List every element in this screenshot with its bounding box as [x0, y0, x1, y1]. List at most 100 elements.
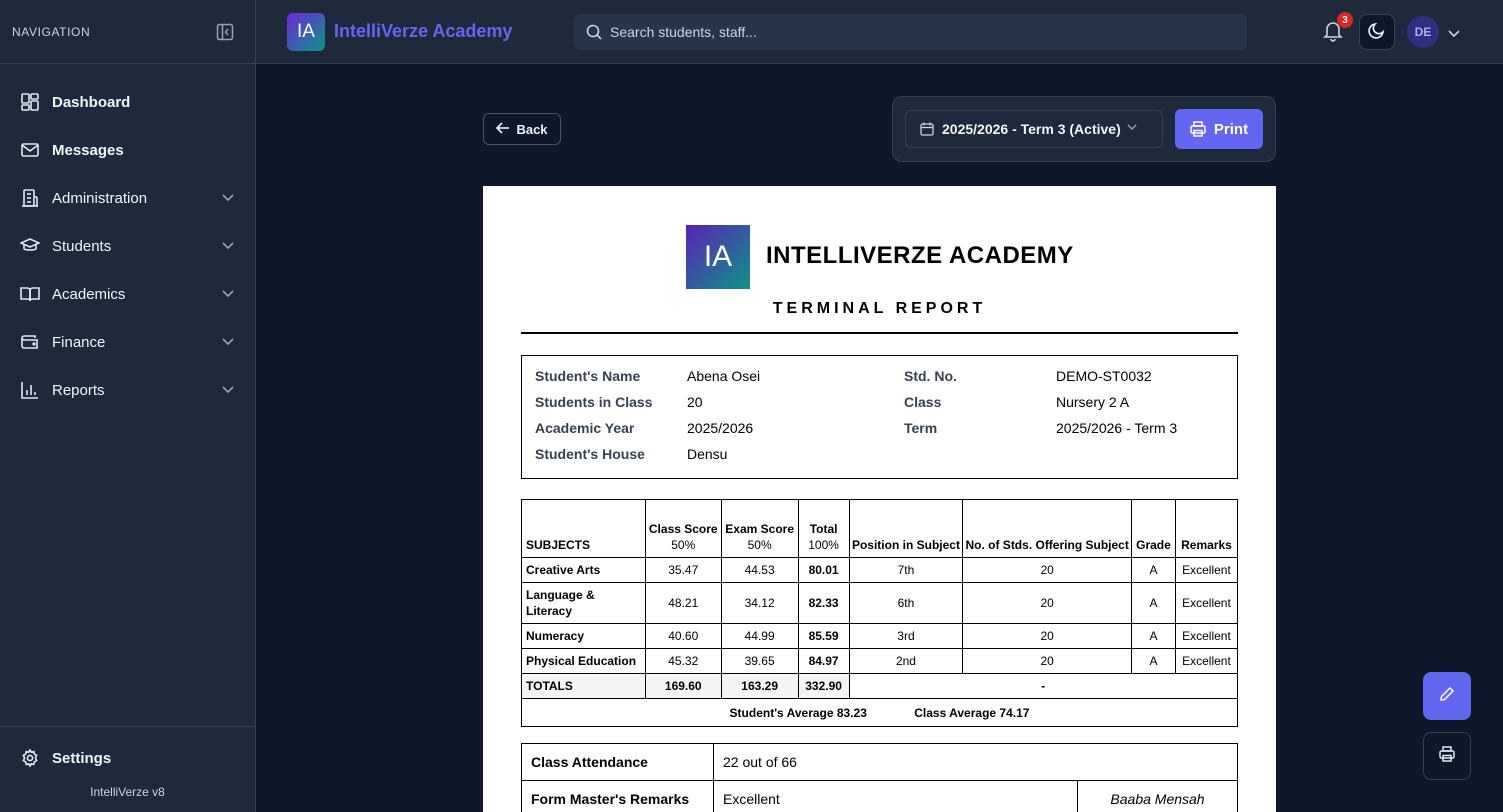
search-icon — [586, 24, 602, 40]
print-label: Print — [1213, 120, 1249, 138]
chevron-down-icon[interactable] — [1448, 25, 1462, 39]
position-cell: 2nd — [848, 648, 964, 674]
column-header: SUBJECTS — [521, 499, 646, 558]
remark-cell: Excellent — [1174, 557, 1239, 583]
divider — [521, 332, 1238, 334]
report-title: TERMINAL REPORT — [772, 300, 987, 317]
form-master-signature: Baaba Mensah — [1077, 780, 1238, 812]
chevron-down-icon — [1127, 124, 1137, 134]
header-pct: 50% — [671, 538, 696, 552]
student-average: Student's Average 83.23 — [729, 705, 867, 720]
grade-cell: A — [1130, 557, 1176, 583]
totals-label: TOTALS — [521, 673, 646, 699]
subject-cell: Numeracy — [521, 623, 646, 649]
student-info: Student's Name Abena Osei Std. No. DEMO-… — [521, 355, 1238, 479]
count-cell: 20 — [962, 582, 1132, 624]
table-row: Form Master's Remarks Excellent Baaba Me… — [521, 780, 1238, 812]
sidebar-item-label: Administration — [52, 189, 148, 207]
app-logo[interactable]: IA — [287, 13, 325, 51]
table-row: Creative Arts 35.47 44.53 80.01 7th 20 A… — [521, 557, 1239, 583]
pencil-icon — [1439, 686, 1455, 707]
sidebar-item-administration[interactable]: Administration — [0, 174, 255, 222]
subject-cell: Language & Literacy — [521, 582, 646, 624]
info-row: Student's House Densu — [522, 446, 1239, 472]
class-score-cell: 45.32 — [644, 648, 722, 674]
sidebar-item-label: Settings — [52, 749, 112, 767]
school-name: INTELLIVERZE ACADEMY — [766, 242, 1074, 269]
back-label: Back — [516, 121, 548, 137]
column-header: Total 100% — [797, 499, 850, 558]
bar-chart-icon — [20, 380, 40, 400]
position-cell: 6th — [848, 582, 964, 624]
remark-cell: Excellent — [1174, 648, 1239, 674]
chevron-down-icon — [221, 191, 235, 205]
back-button[interactable]: Back — [483, 113, 561, 145]
totals-rest: - — [848, 673, 1239, 699]
sidebar-item-finance[interactable]: Finance — [0, 318, 255, 366]
sidebar-item-label: Students — [52, 237, 112, 255]
column-header: Remarks — [1174, 499, 1239, 558]
theme-toggle-button[interactable] — [1359, 14, 1395, 50]
sidebar-item-messages[interactable]: Messages — [0, 126, 255, 174]
averages-cell: Student's Average 83.23 Class Average 74… — [521, 698, 1238, 727]
sidebar-item-settings[interactable]: Settings — [0, 734, 255, 782]
chevron-down-icon — [221, 335, 235, 349]
navigation-label: NAVIGATION — [12, 24, 91, 39]
remark-cell: Excellent — [1174, 623, 1239, 649]
header-text: Total — [809, 522, 838, 536]
report-toolbar: 2025/2026 - Term 3 (Active) Print — [892, 96, 1276, 162]
book-icon — [20, 284, 40, 304]
print-button[interactable]: Print — [1175, 109, 1263, 149]
term-select[interactable]: 2025/2026 - Term 3 (Active) — [905, 110, 1163, 148]
form-master-label: Form Master's Remarks — [521, 780, 714, 812]
column-header: Grade — [1130, 499, 1176, 558]
info-label: Academic Year — [535, 420, 635, 436]
sidebar-nav: Dashboard Messages Administration Studen… — [0, 64, 255, 414]
table-row: Language & Literacy 48.21 34.12 82.33 6t… — [521, 582, 1239, 624]
count-cell: 20 — [962, 623, 1132, 649]
grand-total: 332.90 — [797, 673, 850, 699]
sidebar-header: NAVIGATION — [0, 0, 255, 64]
info-label: Term — [904, 420, 938, 436]
attendance-label: Class Attendance — [521, 743, 714, 781]
app-version: IntelliVerze v8 — [90, 785, 165, 799]
subject-cell: Physical Education — [521, 648, 646, 674]
avatar[interactable]: DE — [1407, 16, 1439, 48]
sidebar-item-students[interactable]: Students — [0, 222, 255, 270]
total-cell: 85.59 — [797, 623, 850, 649]
term-value: 2025/2026 - Term 3 — [1056, 420, 1178, 436]
info-label: Student's House — [535, 446, 645, 462]
class-average: Class Average 74.17 — [914, 705, 1030, 720]
info-row: Students in Class 20 Class Nursery 2 A — [522, 394, 1239, 420]
sidebar-item-reports[interactable]: Reports — [0, 366, 255, 414]
position-cell: 7th — [848, 557, 964, 583]
subject-cell: Creative Arts — [521, 557, 646, 583]
print-fab-button[interactable] — [1423, 732, 1471, 780]
edit-fab-button[interactable] — [1423, 672, 1471, 720]
sidebar-item-dashboard[interactable]: Dashboard — [0, 78, 255, 126]
sidebar-item-academics[interactable]: Academics — [0, 270, 255, 318]
exam-score-cell: 44.53 — [720, 557, 799, 583]
average-row: Student's Average 83.23 Class Average 74… — [521, 698, 1238, 727]
chevron-down-icon — [221, 239, 235, 253]
sidebar-item-label: Messages — [52, 141, 124, 159]
class-score-cell: 40.60 — [644, 623, 722, 649]
mail-icon — [20, 140, 40, 160]
exam-score-total: 163.29 — [720, 673, 799, 699]
terminal-report: IA INTELLIVERZE ACADEMY TERMINAL REPORT … — [483, 186, 1276, 812]
sidebar-collapse-icon[interactable] — [215, 22, 235, 42]
search-input[interactable] — [610, 24, 1210, 40]
header-text: Exam Score — [725, 522, 794, 536]
info-row: Academic Year 2025/2026 Term 2025/2026 -… — [522, 420, 1239, 446]
class-score-cell: 35.47 — [644, 557, 722, 583]
gear-icon — [20, 748, 40, 768]
info-label: Class — [904, 394, 942, 410]
sidebar-item-label: Reports — [52, 381, 105, 399]
arrow-left-icon — [496, 122, 510, 136]
student-house: Densu — [687, 446, 728, 462]
class-score-total: 169.60 — [644, 673, 722, 699]
column-header: Position in Subject — [848, 499, 964, 558]
brand-name[interactable]: IntelliVerze Academy — [334, 21, 512, 42]
graduation-cap-icon — [20, 236, 40, 256]
scores-table: SUBJECTS Class Score 50% Exam Score 50% To… — [521, 499, 1239, 727]
